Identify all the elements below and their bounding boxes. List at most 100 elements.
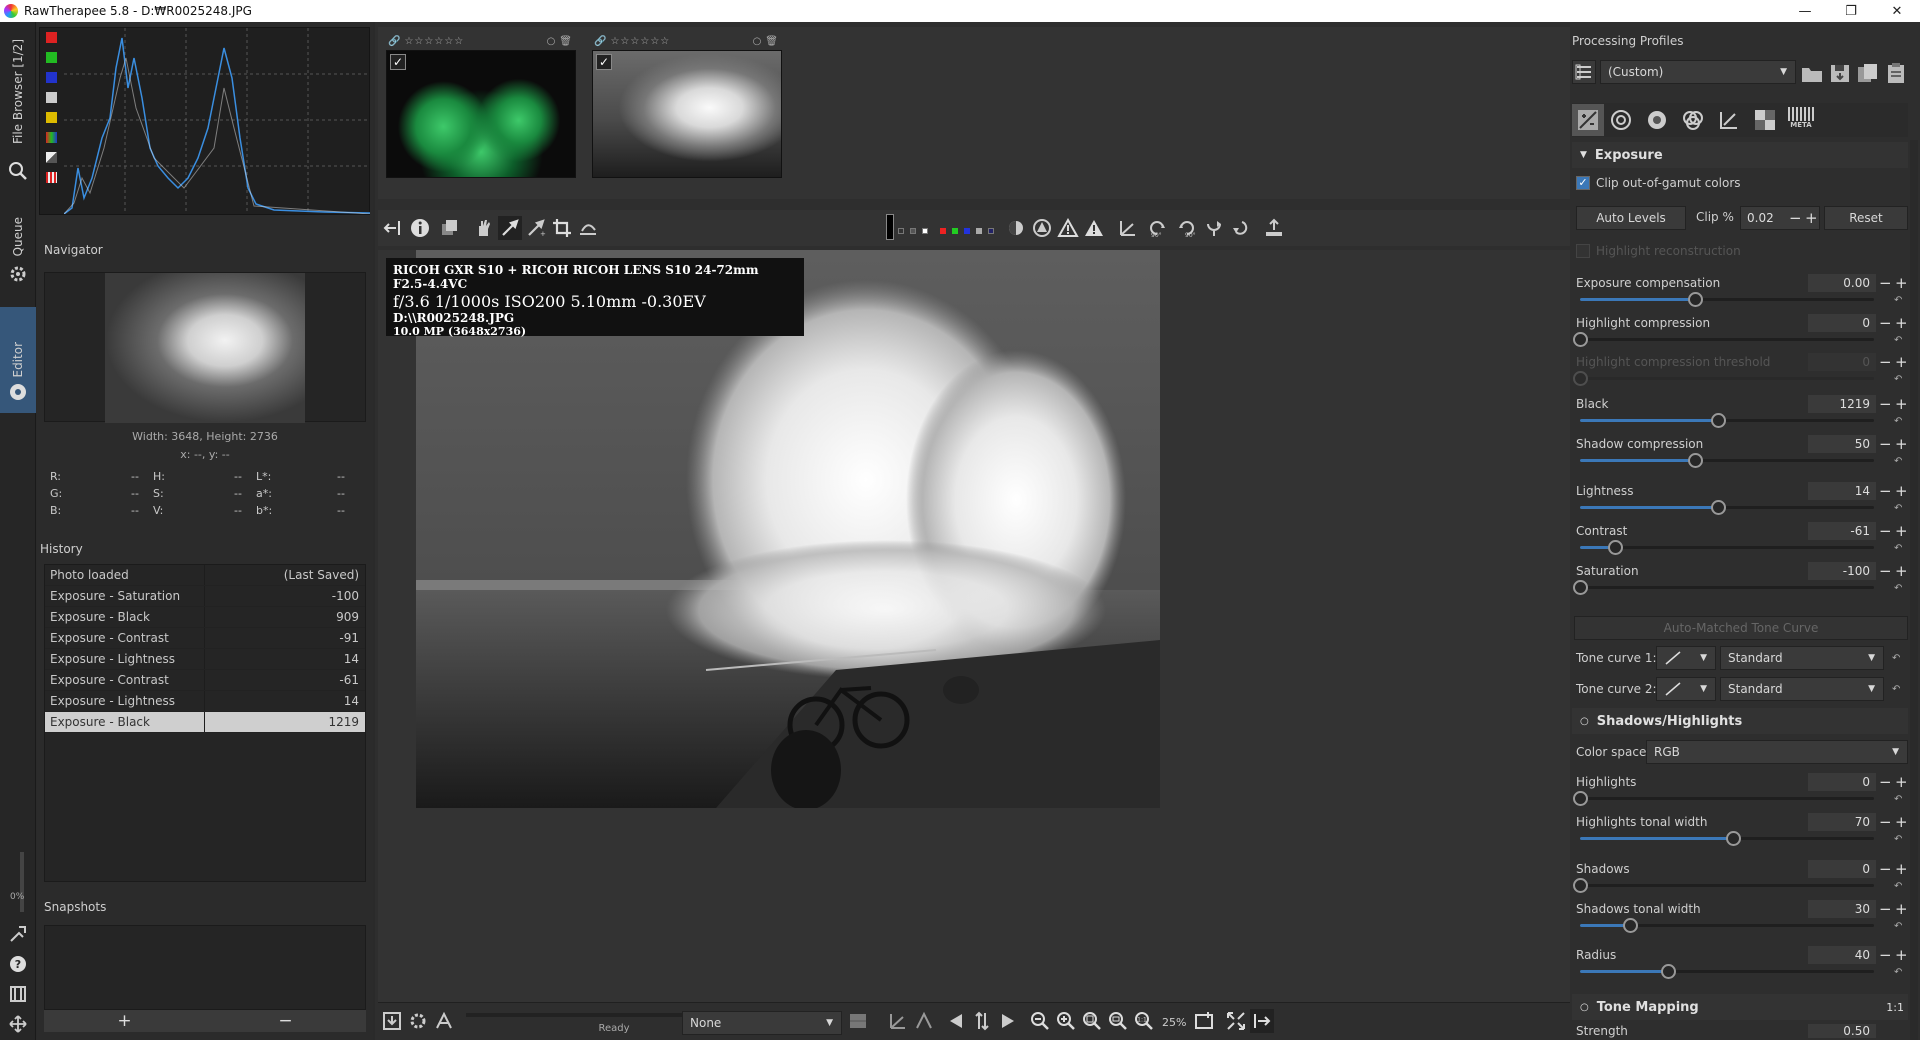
tab-transform-icon[interactable] [1718,109,1740,134]
tab-metadata-icon[interactable]: META [1788,107,1814,129]
tab-file-browser[interactable]: File Browser [1/2] [0,32,36,152]
preset-combo[interactable]: None ▼ [682,1011,842,1035]
history-row[interactable]: Exposure - Black 909 [45,607,365,628]
slider-decrement-button[interactable]: − [1879,435,1892,453]
toggle-right-panel-icon[interactable] [1250,1009,1274,1033]
slider-knob[interactable] [1573,580,1588,595]
slider-value[interactable]: -100 [1808,562,1876,580]
before-after-icon[interactable] [438,216,462,240]
preview-background-dark[interactable] [898,228,904,234]
slider-value[interactable]: 0 [1808,314,1876,332]
gears-icon[interactable] [6,262,30,286]
strength-value[interactable]: 0.50 [1808,1024,1876,1038]
perspective-icon[interactable] [1116,216,1140,240]
slider-value[interactable]: 50 [1808,435,1876,453]
slider-knob[interactable] [1573,878,1588,893]
slider-increment-button[interactable]: + [1895,773,1908,791]
enable-toggle-icon[interactable]: ○ [1580,1002,1589,1013]
queue-add-icon[interactable] [406,1009,430,1033]
slider-reset-icon[interactable]: ↶ [1894,881,1904,892]
tone-curve-2-reset-icon[interactable]: ↶ [1892,684,1902,695]
history-row[interactable]: Exposure - Lightness 14 [45,649,365,670]
slider-value[interactable]: 0 [1808,860,1876,878]
bar-toggle[interactable] [46,152,57,163]
thumbnail[interactable]: 🔗 ☆☆☆☆☆☆ ○ 🗑 ✓ [386,33,576,181]
search-icon[interactable] [6,159,30,183]
slider-reset-icon[interactable]: ↶ [1894,295,1904,306]
right-panel-scrollbar[interactable] [1910,140,1918,1040]
new-detail-window-icon[interactable] [1192,1009,1216,1033]
highlight-reconstruction-checkbox[interactable] [1576,244,1590,258]
profile-combo[interactable]: (Custom) ▼ [1600,60,1796,84]
slider-reset-icon[interactable]: ↶ [1894,374,1904,385]
slider-track[interactable] [1573,791,1874,806]
next-image-icon[interactable] [996,1009,1020,1033]
crop-zoom-icon[interactable] [886,1009,910,1033]
slider-value[interactable]: 0.00 [1808,274,1876,292]
exposure-section-header[interactable]: ▼ Exposure [1572,142,1908,168]
tone-curve-2-mode-combo[interactable]: Standard ▼ [1720,677,1884,701]
slider-track[interactable] [1573,371,1874,386]
clip-percent-spinner[interactable]: 0.02 − + [1740,206,1820,230]
slider-decrement-button[interactable]: − [1879,813,1892,831]
slider-decrement-button[interactable]: − [1879,946,1892,964]
blue-channel-toggle[interactable] [46,72,57,83]
flip-vertical-icon[interactable] [1202,216,1226,240]
slider-reset-icon[interactable]: ↶ [1894,967,1904,978]
tab-advanced-icon[interactable] [1682,109,1704,134]
flip-horizontal-icon[interactable] [1228,216,1252,240]
slider-increment-button[interactable]: + [1895,314,1908,332]
slider-decrement-button[interactable]: − [1879,274,1892,292]
hand-tool-icon[interactable] [472,216,496,240]
display-mode-toggle[interactable] [46,172,57,183]
hide-panel-icon[interactable] [380,216,404,240]
save-profile-icon[interactable] [1828,62,1852,84]
history-row[interactable]: Photo loaded (Last Saved) [45,565,365,586]
slider-reset-icon[interactable]: ↶ [1894,794,1904,805]
slider-reset-icon[interactable]: ↶ [1894,543,1904,554]
slider-decrement-button[interactable]: − [1879,395,1892,413]
help-icon[interactable]: ? [6,952,30,976]
slider-value[interactable]: -61 [1808,522,1876,540]
tone-curve-2-editor[interactable]: ▼ [1656,677,1716,701]
preview-luminance-channel[interactable] [976,228,982,234]
slider-track[interactable] [1580,918,1874,933]
slider-value[interactable]: 30 [1808,900,1876,918]
slider-decrement-button[interactable]: − [1879,860,1892,878]
clip-increment-button[interactable]: + [1805,209,1818,227]
slider-knob[interactable] [1687,292,1703,307]
tone-curve-1-mode-combo[interactable]: Standard ▼ [1720,646,1884,670]
previous-image-icon[interactable] [944,1009,968,1033]
color-space-combo[interactable]: RGB ▼ [1646,740,1908,764]
zoom-out-icon[interactable] [1028,1009,1052,1033]
chroma-toggle[interactable] [46,112,57,123]
rotate-left-icon[interactable]: 90° [1146,216,1170,240]
slider-decrement-button[interactable]: − [1879,482,1892,500]
slider-reset-icon[interactable]: ↶ [1894,416,1904,427]
slider-track[interactable] [1580,831,1874,846]
warning-outline-icon[interactable] [1056,216,1080,240]
slider-increment-button[interactable]: + [1895,900,1908,918]
clip-gamut-checkbox[interactable]: ✓ [1576,176,1590,190]
slider-track[interactable] [1573,332,1874,347]
slider-increment-button[interactable]: + [1895,435,1908,453]
slider-decrement-button[interactable]: − [1879,314,1892,332]
thumbnail[interactable]: 🔗 ☆☆☆☆☆☆ ○ 🗑 ✓ [592,33,782,181]
zoom-fit-icon[interactable] [1080,1009,1104,1033]
preferences-icon[interactable] [6,982,30,1006]
reject-icon[interactable]: ○ [753,36,762,47]
trash-icon[interactable]: 🗑 [765,36,778,47]
slider-reset-icon[interactable]: ↶ [1894,921,1904,932]
history-row-selected[interactable]: Exposure - Black 1219 [45,712,365,733]
slider-value[interactable]: 70 [1808,813,1876,831]
slider-increment-button[interactable]: + [1895,813,1908,831]
zoom-in-icon[interactable] [1054,1009,1078,1033]
profile-list-icon[interactable] [1572,60,1596,84]
slider-increment-button[interactable]: + [1895,522,1908,540]
slider-knob[interactable] [1687,453,1703,468]
slider-reset-icon[interactable]: ↶ [1894,335,1904,346]
reject-icon[interactable]: ○ [547,36,556,47]
tab-color-icon[interactable] [1646,109,1668,134]
preview-background-white[interactable] [922,228,928,234]
slider-increment-button[interactable]: + [1895,860,1908,878]
